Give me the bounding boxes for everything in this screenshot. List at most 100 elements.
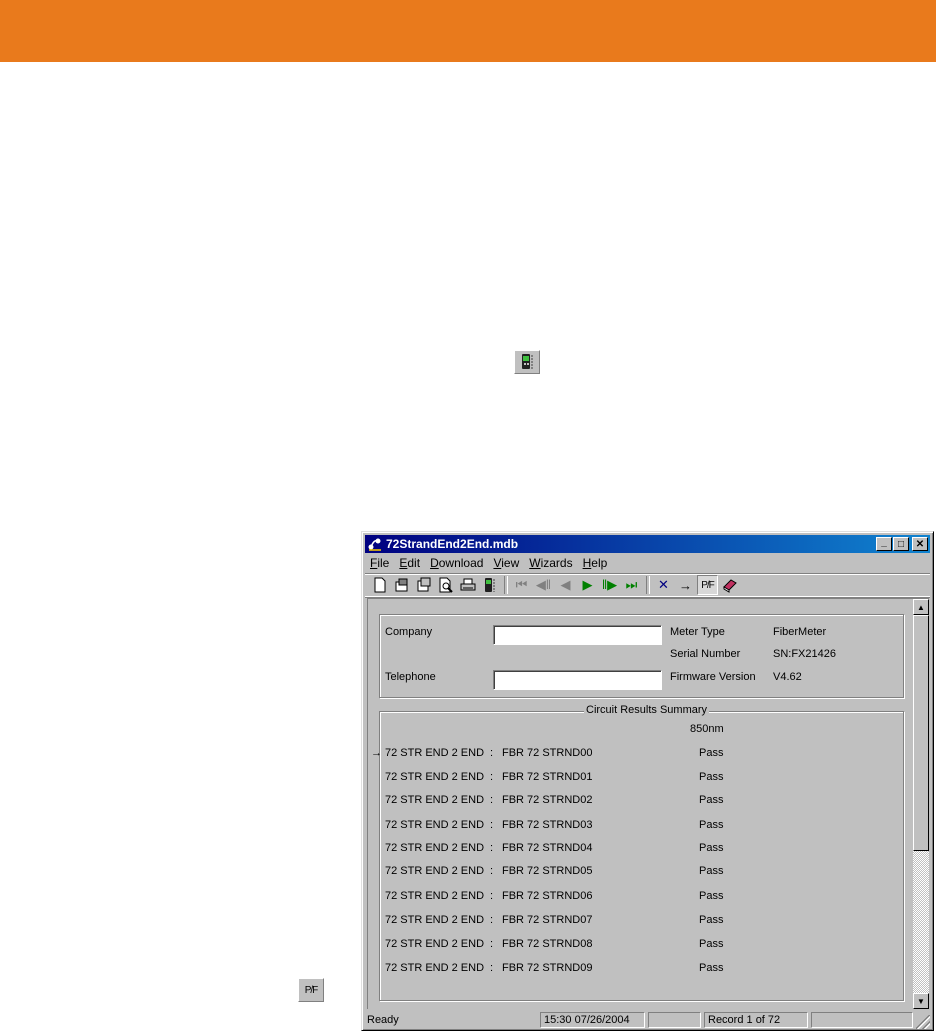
next-page-button[interactable]: ‖▶	[599, 575, 620, 595]
circuit-summary-legend: Circuit Results Summary	[584, 704, 710, 716]
separator: :	[490, 747, 494, 759]
result-value: Pass	[699, 914, 724, 926]
circuit-name: 72 STR END 2 END	[385, 771, 485, 783]
print-preview-button[interactable]	[435, 575, 456, 595]
separator: :	[490, 771, 494, 783]
minimize-icon: _	[881, 536, 887, 548]
separator: :	[490, 819, 494, 831]
print-preview-icon	[439, 577, 453, 593]
menu-wizards[interactable]: Wizards	[524, 556, 577, 570]
delete-icon: ✕	[658, 577, 669, 592]
wavelength-header: 850nm	[690, 723, 724, 735]
help-book-button[interactable]	[719, 575, 740, 595]
table-row[interactable]: 72 STR END 2 END : FBR 72 STRND01 Pass	[368, 771, 908, 787]
meter-button-illustration	[514, 350, 540, 374]
table-row[interactable]: 72 STR END 2 END : FBR 72 STRND03 Pass	[368, 819, 908, 835]
fiber-name: FBR 72 STRND02	[502, 794, 593, 806]
open-button[interactable]	[391, 575, 412, 595]
current-row-marker: →	[371, 747, 382, 759]
menu-download[interactable]: Download	[425, 556, 488, 570]
new-icon	[374, 577, 385, 593]
scroll-down-button[interactable]: ▼	[913, 993, 929, 1009]
result-value: Pass	[699, 865, 724, 877]
serial-number-label: Serial Number	[670, 648, 741, 660]
fiber-name: FBR 72 STRND00	[502, 747, 593, 759]
serial-number-value: SN:FX21426	[773, 648, 836, 660]
table-row[interactable]: 72 STR END 2 END : FBR 72 STRND06 Pass	[368, 890, 908, 906]
status-panel-empty	[648, 1012, 701, 1028]
title-bar[interactable]: 72StrandEnd2End.mdb _ □ ✕	[365, 535, 930, 553]
table-row[interactable]: → 72 STR END 2 END : FBR 72 STRND00 Pass	[368, 747, 908, 763]
status-bar: Ready 15:30 07/26/2004 Record 1 of 72	[365, 1010, 930, 1029]
close-button[interactable]: ✕	[912, 537, 928, 551]
table-row[interactable]: 72 STR END 2 END : FBR 72 STRND04 Pass	[368, 842, 908, 858]
telephone-label: Telephone	[385, 671, 436, 683]
result-value: Pass	[699, 819, 724, 831]
table-row[interactable]: 72 STR END 2 END : FBR 72 STRND07 Pass	[368, 914, 908, 930]
scroll-up-button[interactable]: ▲	[913, 599, 929, 615]
last-record-icon: ⏭	[625, 577, 638, 592]
previous-record-button[interactable]: ◀	[555, 575, 576, 595]
fiber-name: FBR 72 STRND03	[502, 819, 593, 831]
fiber-name: FBR 72 STRND09	[502, 962, 593, 974]
save-icon	[417, 577, 430, 592]
pass-fail-button[interactable]: P/F	[697, 575, 718, 595]
status-ready: Ready	[367, 1014, 399, 1026]
pf-button-illustration: P/F	[298, 978, 324, 1002]
vertical-scrollbar[interactable]: ▲ ▼	[913, 599, 929, 1009]
first-record-icon: ⏮	[515, 577, 528, 592]
next-record-button[interactable]: ▶	[577, 575, 598, 595]
toolbar: ⏮ ◀‖ ◀ ▶ ‖▶ ⏭ ✕ → P/F	[365, 573, 930, 597]
save-button[interactable]	[413, 575, 434, 595]
result-value: Pass	[699, 938, 724, 950]
circuit-name: 72 STR END 2 END	[385, 794, 485, 806]
minimize-button[interactable]: _	[876, 537, 892, 551]
table-row[interactable]: 72 STR END 2 END : FBR 72 STRND05 Pass	[368, 865, 908, 881]
table-row[interactable]: 72 STR END 2 END : FBR 72 STRND09 Pass	[368, 962, 908, 978]
previous-page-button[interactable]: ◀‖	[533, 575, 554, 595]
table-row[interactable]: 72 STR END 2 END : FBR 72 STRND08 Pass	[368, 938, 908, 954]
menu-file[interactable]: File	[365, 556, 394, 570]
firmware-version-label: Firmware Version	[670, 671, 756, 683]
circuit-name: 72 STR END 2 END	[385, 865, 485, 877]
table-row[interactable]: 72 STR END 2 END : FBR 72 STRND02 Pass	[368, 794, 908, 810]
fiber-name: FBR 72 STRND01	[502, 771, 593, 783]
maximize-button[interactable]: □	[893, 537, 909, 551]
maximize-icon: □	[897, 538, 905, 550]
separator: :	[490, 962, 494, 974]
separator: :	[490, 865, 494, 877]
separator: :	[490, 938, 494, 950]
scroll-thumb[interactable]	[913, 615, 929, 851]
circuit-name: 72 STR END 2 END	[385, 938, 485, 950]
print-icon	[460, 578, 475, 591]
status-panel-empty	[811, 1012, 913, 1028]
goto-button[interactable]: →	[675, 575, 696, 595]
pass-fail-icon: P/F	[304, 984, 319, 996]
separator: :	[490, 890, 494, 902]
result-value: Pass	[699, 794, 724, 806]
print-button[interactable]	[457, 575, 478, 595]
menu-help[interactable]: Help	[578, 556, 613, 570]
meter-type-label: Meter Type	[670, 626, 725, 638]
menu-view[interactable]: View	[488, 556, 524, 570]
app-icon	[368, 538, 381, 551]
resize-grip[interactable]	[916, 1015, 930, 1029]
status-record: Record 1 of 72	[704, 1012, 808, 1028]
result-value: Pass	[699, 962, 724, 974]
last-record-button[interactable]: ⏭	[621, 575, 642, 595]
telephone-input[interactable]	[493, 670, 662, 690]
record-view: Company Telephone Meter Type FiberMeter …	[367, 598, 929, 1009]
first-record-button[interactable]: ⏮	[511, 575, 532, 595]
circuit-name: 72 STR END 2 END	[385, 819, 485, 831]
next-record-icon: ▶	[582, 577, 593, 592]
meter-icon	[484, 578, 494, 592]
result-value: Pass	[699, 890, 724, 902]
meter-button[interactable]	[479, 575, 500, 595]
company-input[interactable]	[493, 625, 662, 645]
fiber-name: FBR 72 STRND07	[502, 914, 593, 926]
menu-edit[interactable]: Edit	[394, 556, 425, 570]
separator: :	[490, 794, 494, 806]
delete-button[interactable]: ✕	[653, 575, 674, 595]
new-button[interactable]	[369, 575, 390, 595]
meter-type-value: FiberMeter	[773, 626, 827, 638]
